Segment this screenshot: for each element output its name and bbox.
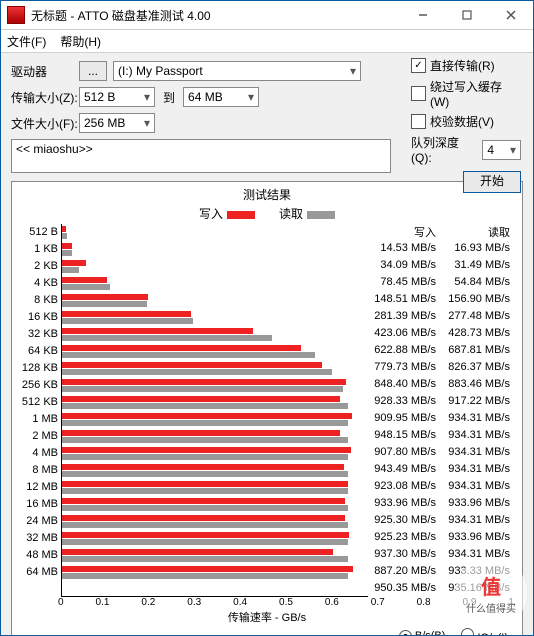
read-swatch: [307, 211, 335, 219]
chart-bars: [61, 224, 368, 597]
transfer-label: 传输大小(Z):: [11, 89, 79, 106]
browse-button[interactable]: ...: [79, 61, 107, 81]
direct-io-checkbox[interactable]: ✓直接传输(R): [411, 57, 521, 74]
bypass-cache-checkbox[interactable]: 绕过写入缓存(W): [411, 78, 521, 109]
results-panel: 测试结果 写入 读取 512 B1 KB2 KB4 KB8 KB16 KB32 …: [11, 181, 523, 636]
minimize-button[interactable]: [401, 1, 445, 29]
legend: 写入 读取: [18, 205, 516, 222]
unit-io-radio[interactable]: IO/s(I): [461, 628, 508, 636]
filesize-select[interactable]: 256 MB: [79, 113, 155, 133]
titlebar: 无标题 - ATTO 磁盘基准测试 4.00: [1, 1, 533, 30]
verify-checkbox[interactable]: 校验数据(V): [411, 113, 521, 130]
value-table: 写入读取 14.53 MB/s16.93 MB/s34.09 MB/s31.49…: [368, 224, 516, 597]
filesize-label: 文件大小(F):: [11, 115, 79, 132]
menubar: 文件(F) 帮助(H): [1, 30, 533, 53]
start-button[interactable]: 开始: [463, 171, 521, 193]
menu-help[interactable]: 帮助(H): [60, 33, 101, 50]
maximize-button[interactable]: [445, 1, 489, 29]
app-window: 无标题 - ATTO 磁盘基准测试 4.00 文件(F) 帮助(H) 驱动器 .…: [0, 0, 534, 636]
x-axis-label: 传输速率 - GB/s: [18, 609, 516, 625]
window-title: 无标题 - ATTO 磁盘基准测试 4.00: [31, 7, 401, 24]
queue-depth-label: 队列深度(Q):: [411, 134, 476, 165]
transfer-max-select[interactable]: 64 MB: [183, 87, 259, 107]
drive-select[interactable]: (I:) My Passport: [113, 61, 361, 81]
menu-file[interactable]: 文件(F): [7, 33, 46, 50]
to-label: 到: [163, 89, 175, 106]
transfer-min-select[interactable]: 512 B: [79, 87, 155, 107]
queue-depth-select[interactable]: 4: [482, 140, 521, 160]
x-axis-ticks: 00.10.20.30.40.50.60.70.80.91: [58, 597, 516, 608]
drive-label: 驱动器: [11, 63, 79, 80]
write-swatch: [227, 211, 255, 219]
description-box[interactable]: << miaoshu>>: [11, 139, 391, 173]
close-button[interactable]: [489, 1, 533, 29]
y-axis-labels: 512 B1 KB2 KB4 KB8 KB16 KB32 KB64 KB128 …: [18, 224, 61, 597]
app-icon: [7, 6, 25, 24]
unit-bytes-radio[interactable]: B/s(B): [399, 630, 446, 636]
